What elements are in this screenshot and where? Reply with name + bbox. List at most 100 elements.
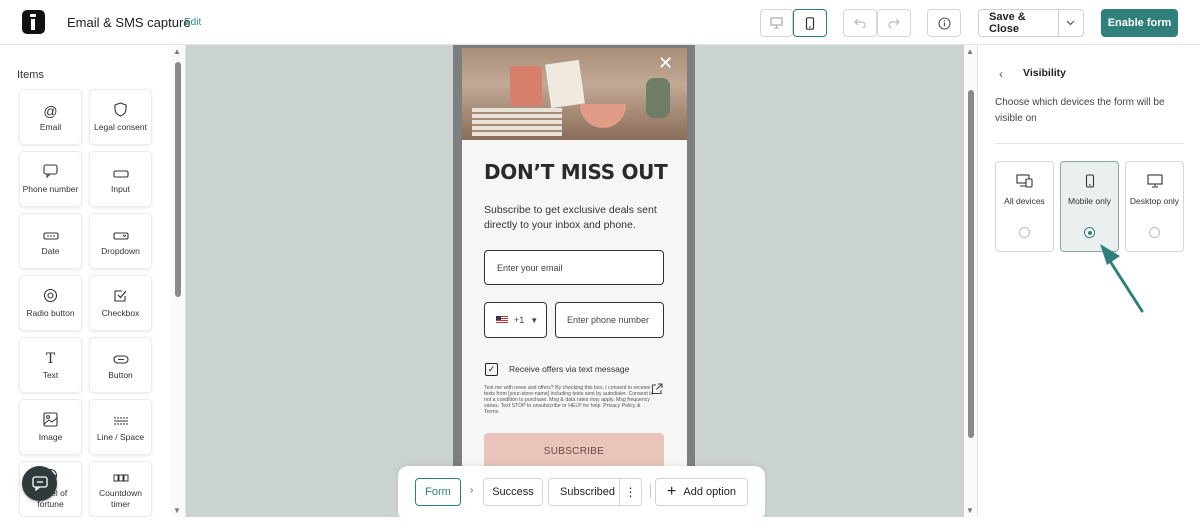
- step-subscribed-label: Subscribed: [560, 486, 616, 498]
- subscribe-button[interactable]: SUBSCRIBE: [484, 433, 664, 469]
- item-line-space[interactable]: Line / Space: [89, 399, 152, 455]
- item-label: Countdown timer: [98, 488, 142, 509]
- scroll-up-icon[interactable]: ▲: [173, 47, 181, 56]
- dropdown-icon: [112, 226, 129, 246]
- item-email[interactable]: @ Email: [19, 89, 82, 145]
- chevron-down-icon: [1066, 20, 1075, 26]
- item-input[interactable]: Input: [89, 151, 152, 207]
- radio-all-devices[interactable]: [1019, 227, 1030, 238]
- item-countdown-timer[interactable]: Countdown timer: [89, 461, 152, 517]
- save-close-button[interactable]: Save & Close: [978, 9, 1084, 37]
- info-icon: [937, 16, 951, 30]
- item-dropdown[interactable]: Dropdown: [89, 213, 152, 269]
- sms-consent-checkbox[interactable]: ✓: [485, 363, 498, 376]
- country-code: +1: [514, 315, 525, 325]
- item-label: Dropdown: [101, 245, 140, 256]
- item-label: Image: [38, 431, 63, 442]
- scroll-down-icon[interactable]: ▼: [173, 506, 181, 515]
- top-bar: Email & SMS capture Edit Save & Close En…: [0, 0, 1200, 45]
- divider: [995, 143, 1183, 144]
- item-label: Button: [108, 369, 133, 380]
- item-label: Email: [39, 121, 62, 132]
- scrollbar-thumb[interactable]: [175, 62, 181, 297]
- scroll-up-icon[interactable]: ▲: [966, 47, 974, 56]
- item-phone-number[interactable]: Phone number: [19, 151, 82, 207]
- item-radio-button[interactable]: Radio button: [19, 275, 82, 331]
- plus-icon: +: [667, 483, 677, 500]
- item-button[interactable]: Button: [89, 337, 152, 393]
- mobile-preview-button[interactable]: [793, 9, 827, 37]
- close-icon[interactable]: ✕: [658, 54, 673, 72]
- item-label: Checkbox: [101, 307, 140, 318]
- country-code-select[interactable]: +1 ▼: [484, 302, 547, 338]
- scrollbar-thumb[interactable]: [968, 90, 974, 438]
- radio-desktop-only[interactable]: [1149, 227, 1160, 238]
- canvas-scrollbar[interactable]: ▲ ▼: [964, 45, 978, 517]
- item-checkbox[interactable]: Checkbox: [89, 275, 152, 331]
- enable-form-button[interactable]: Enable form: [1101, 9, 1178, 37]
- divider: [650, 484, 651, 498]
- app-logo[interactable]: [22, 10, 45, 34]
- text-icon: T: [45, 350, 56, 367]
- desktop-preview-button[interactable]: [760, 9, 793, 37]
- items-scrollbar[interactable]: ▲ ▼: [171, 45, 185, 517]
- email-field[interactable]: Enter your email: [484, 250, 664, 285]
- form-title: Email & SMS capture: [67, 15, 191, 30]
- item-legal-consent[interactable]: Legal consent: [89, 89, 152, 145]
- shield-icon: [114, 101, 127, 122]
- chat-icon: [43, 163, 58, 184]
- back-chevron-icon[interactable]: ‹: [999, 67, 1003, 81]
- hero-image: [462, 48, 687, 140]
- undo-button[interactable]: [843, 9, 877, 37]
- form-card[interactable]: ✕ DON’T MISS OUT Subscribe to get exclus…: [462, 48, 687, 517]
- devices-icon: [996, 174, 1053, 196]
- item-label: Input: [111, 183, 130, 194]
- option-all-devices[interactable]: All devices: [995, 161, 1054, 252]
- external-link-icon[interactable]: [651, 383, 663, 398]
- form-headline[interactable]: DON’T MISS OUT: [484, 160, 668, 184]
- legal-text[interactable]: Text me with news and offers? By checkin…: [484, 385, 654, 415]
- option-label: All devices: [1004, 196, 1045, 206]
- item-label: Legal consent: [94, 121, 147, 132]
- option-label: Mobile only: [1068, 196, 1111, 206]
- annotation-arrow-icon: [1100, 244, 1144, 313]
- item-label: Date: [41, 245, 60, 256]
- support-chat-button[interactable]: [22, 466, 57, 501]
- item-label: Phone number: [22, 183, 79, 194]
- item-date[interactable]: Date: [19, 213, 82, 269]
- form-steps-bar: Form › Success Subscribed ⋮ + Add option: [398, 466, 765, 521]
- edit-title-link[interactable]: Edit: [184, 17, 201, 28]
- save-options-dropdown[interactable]: [1057, 10, 1083, 36]
- item-label: Radio button: [26, 307, 75, 318]
- monitor-icon: [770, 17, 783, 29]
- item-image[interactable]: Image: [19, 399, 82, 455]
- visibility-heading: Visibility: [1023, 67, 1066, 79]
- mobile-icon: [1061, 174, 1118, 196]
- checkbox-icon: [113, 288, 128, 308]
- sms-consent-label: Receive offers via text message: [509, 364, 630, 374]
- info-button[interactable]: [927, 9, 961, 37]
- image-icon: [43, 411, 58, 432]
- phone-field[interactable]: Enter phone number: [555, 302, 664, 338]
- radio-mobile-only[interactable]: [1084, 227, 1095, 238]
- undo-icon: [854, 18, 866, 28]
- item-text[interactable]: T Text: [19, 337, 82, 393]
- monitor-icon: [1126, 174, 1183, 196]
- visibility-description: Choose which devices the form will be vi…: [995, 97, 1165, 124]
- chevron-right-icon: ›: [470, 485, 474, 496]
- form-subtitle[interactable]: Subscribe to get exclusive deals sent di…: [484, 203, 664, 233]
- item-label: Text: [42, 369, 59, 380]
- step-subscribed[interactable]: Subscribed ⋮: [548, 478, 642, 506]
- input-icon: [112, 164, 129, 184]
- add-option-button[interactable]: + Add option: [655, 478, 748, 506]
- item-label: Line / Space: [96, 431, 145, 442]
- chat-bubble-icon: [31, 476, 48, 491]
- redo-button[interactable]: [877, 9, 911, 37]
- us-flag-icon: [496, 316, 508, 324]
- chevron-down-icon: ▼: [530, 315, 539, 325]
- step-form[interactable]: Form: [415, 478, 461, 506]
- more-vertical-icon[interactable]: ⋮: [619, 479, 641, 505]
- step-success[interactable]: Success: [483, 478, 543, 506]
- radio-icon: [43, 288, 58, 308]
- scroll-down-icon[interactable]: ▼: [966, 506, 974, 515]
